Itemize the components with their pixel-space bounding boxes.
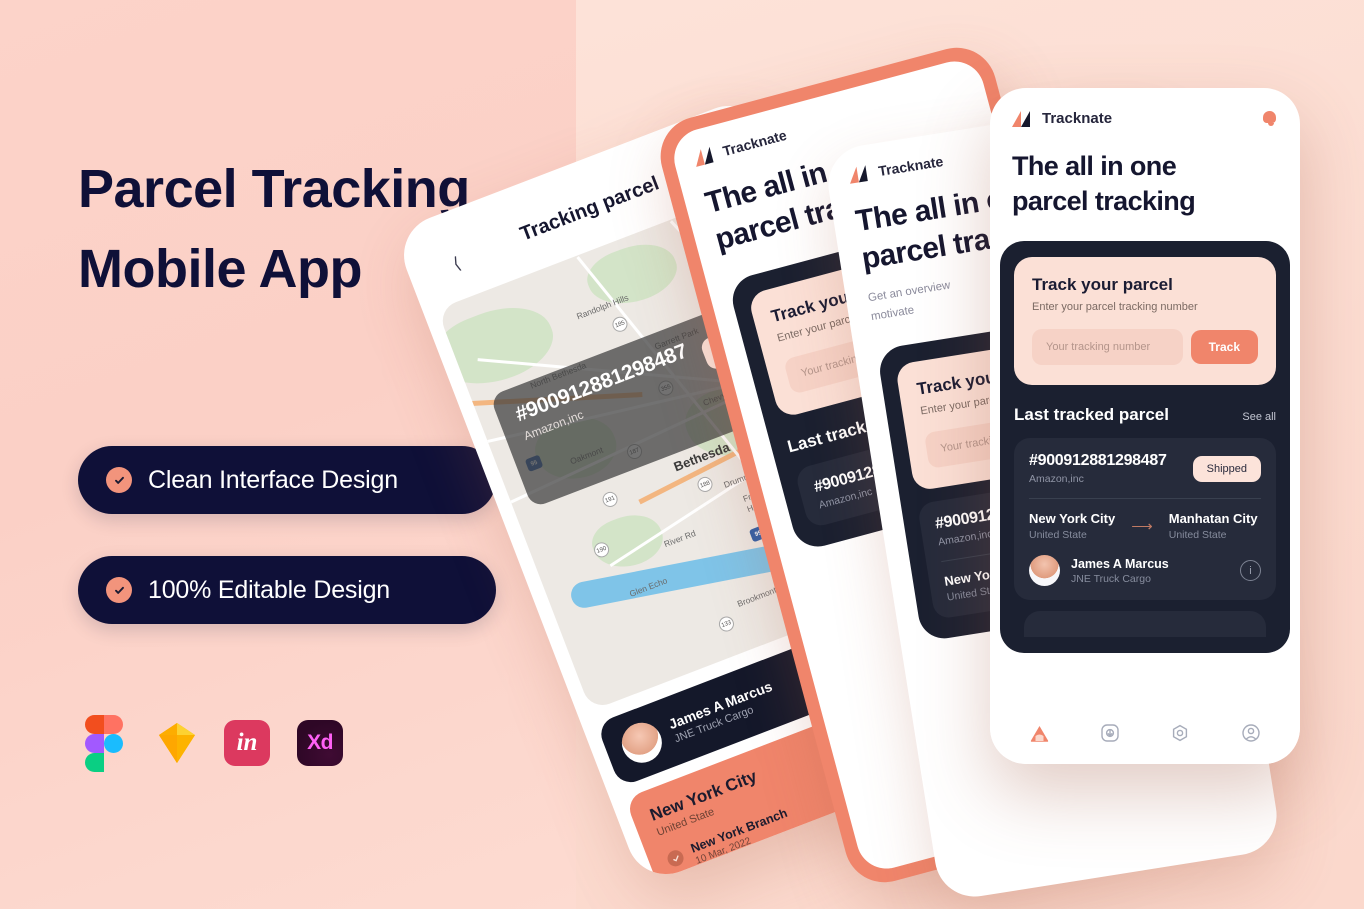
avatar: [1029, 555, 1060, 587]
track-card-subtitle: Enter your parcel tracking number: [1032, 301, 1198, 314]
last-tracked-header: Last tracked parcel See all: [1014, 405, 1276, 425]
parcel-card[interactable]: #900912881298487 Amazon,inc Shipped New …: [1014, 438, 1276, 601]
destination-state: United State: [1168, 529, 1227, 542]
courier-company: JNE Truck Cargo: [1071, 572, 1151, 585]
map-route-shield: 133: [716, 614, 737, 634]
arrow-right-icon: ⟶: [1131, 518, 1153, 536]
phone-mockup-stage: ⟨ Tracking parcel Randolph Hills North B…: [0, 0, 1364, 909]
hero-line-2: parcel tracking: [1012, 186, 1196, 217]
tracking-number-input[interactable]: Your tracking number: [1032, 329, 1183, 366]
status-badge: Shipped: [1192, 455, 1261, 482]
app-header: Tracknate: [1012, 110, 1278, 127]
tracknate-logo-icon: [847, 165, 872, 184]
brand-name: Tracknate: [721, 126, 789, 160]
hero-heading: The all in one parcel tracking: [1012, 149, 1278, 219]
avatar: [616, 716, 668, 769]
origin-city: New York City: [1029, 511, 1116, 527]
user-circle-icon[interactable]: [1240, 722, 1262, 744]
parcel-route: New York City United State ⟶ Manhatan Ci…: [1029, 511, 1261, 541]
tracknate-logo-icon: [1012, 110, 1034, 127]
bottom-navigation-bar: [990, 702, 1300, 764]
courier-row[interactable]: James A Marcus JNE Truck Cargo i: [1029, 555, 1261, 587]
map-label: River Rd: [662, 527, 697, 550]
home-dark-panel: Track your parcel Enter your parcel trac…: [1000, 241, 1290, 654]
parcel-id: #900912881298487: [1029, 452, 1167, 470]
map-label: Brookmont: [735, 584, 778, 609]
package-icon[interactable]: [1099, 722, 1121, 744]
section-title: Last tracked parcel: [1014, 405, 1169, 425]
brand-name: Tracknate: [1042, 110, 1113, 127]
home-screen-body: Tracknate The all in one parcel tracking: [990, 88, 1300, 219]
courier-name: James A Marcus: [1071, 556, 1169, 571]
phone-screen-home-front: Tracknate The all in one parcel tracking…: [990, 88, 1300, 764]
parcel-card-next-peek: [1024, 611, 1266, 638]
bell-icon[interactable]: [1263, 110, 1278, 127]
divider: [1029, 498, 1261, 500]
destination-city: Manhatan City: [1168, 511, 1258, 527]
brand-name: Tracknate: [877, 153, 945, 180]
see-all-link[interactable]: See all: [1242, 411, 1276, 423]
map-route-shield: 191: [600, 489, 620, 510]
track-parcel-card: Track your parcel Enter your parcel trac…: [1014, 257, 1276, 386]
hero-line-1: The all in one: [1012, 151, 1177, 181]
map-route-shield: 188: [695, 474, 715, 495]
home-icon[interactable]: [1028, 722, 1050, 744]
parcel-card-header: #900912881298487 Amazon,inc Shipped: [1029, 452, 1261, 485]
parcel-sender: Amazon,inc: [1029, 473, 1084, 486]
app-brand-row: Tracknate: [1012, 110, 1112, 127]
track-card-form: Your tracking number Track: [1032, 329, 1258, 366]
check-circle-icon: [665, 847, 686, 869]
track-card-title: Track your parcel: [1032, 275, 1173, 295]
info-circle-icon[interactable]: i: [1240, 560, 1261, 582]
bell-outline-icon[interactable]: [1169, 722, 1191, 744]
tracknate-logo-icon: [692, 146, 717, 167]
origin-state: United State: [1029, 529, 1087, 542]
track-button[interactable]: Track: [1190, 330, 1258, 365]
